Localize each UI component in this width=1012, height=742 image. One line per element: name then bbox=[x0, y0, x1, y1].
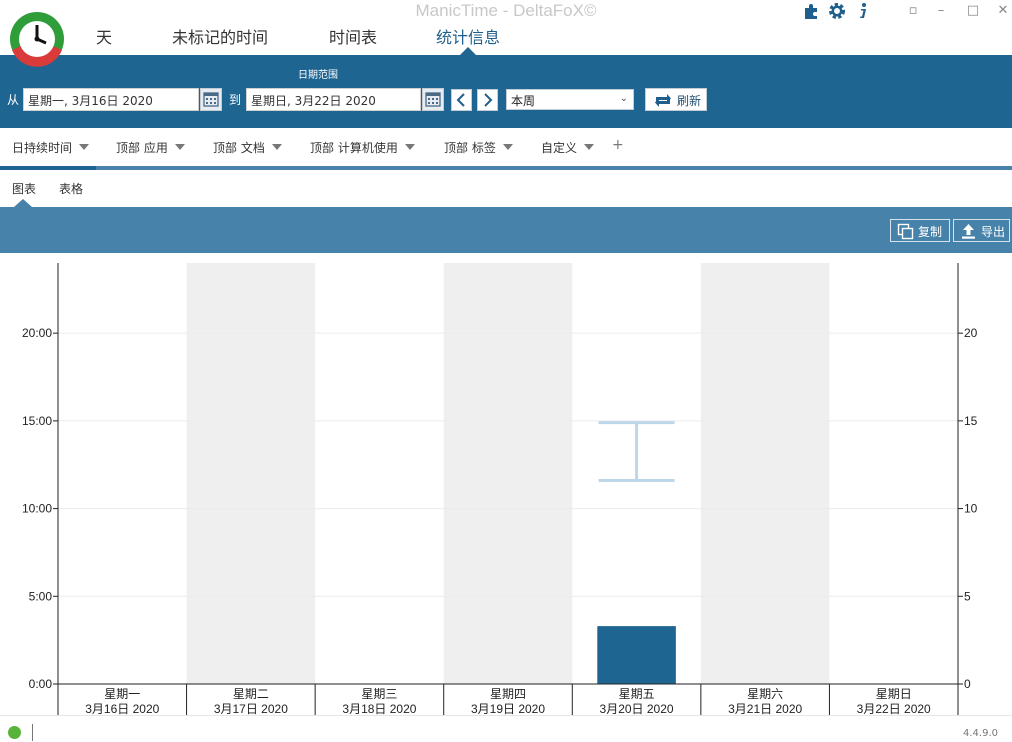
status-bar: 4.4.9.0 bbox=[0, 715, 1012, 742]
daily-duration-chart: 0:00 5:00 10:00 15:00 20:00 0 5 10 15 20 星期一3月16日 … bbox=[22, 263, 978, 715]
to-date-input[interactable]: 星期日, 3月22日 2020 bbox=[246, 88, 421, 111]
day-band bbox=[443, 263, 573, 684]
x-tick-label-date: 3月17日 2020 bbox=[214, 702, 288, 715]
active-view-indicator bbox=[14, 199, 32, 207]
minimize-icon[interactable]: – bbox=[930, 2, 952, 20]
status-separator bbox=[32, 724, 33, 741]
previous-period-button[interactable] bbox=[451, 89, 472, 111]
x-tick-label-day: 星期一 bbox=[104, 687, 140, 701]
y-tick-label-right: 20 bbox=[964, 326, 978, 340]
info-icon[interactable] bbox=[854, 2, 872, 20]
x-tick-label-date: 3月21日 2020 bbox=[728, 702, 802, 715]
stats-tab-top-computer-usage[interactable]: 顶部 计算机使用 bbox=[310, 139, 415, 156]
y-tick-label-left: 20:00 bbox=[22, 326, 52, 340]
refresh-icon bbox=[655, 94, 671, 107]
bar-4 bbox=[597, 626, 676, 684]
dropdown-arrow-icon bbox=[271, 144, 282, 150]
x-tick-label-day: 星期六 bbox=[747, 687, 783, 701]
y-tick-label-right: 15 bbox=[964, 414, 978, 428]
restore-icon[interactable]: ▫ bbox=[902, 2, 924, 20]
copy-button[interactable]: 复制 bbox=[890, 219, 950, 242]
refresh-button-label: 刷新 bbox=[677, 94, 702, 108]
stats-tab-top-documents[interactable]: 顶部 文档 bbox=[213, 139, 282, 156]
date-range-label: 日期范围 bbox=[298, 70, 338, 81]
chevron-down-icon: ⌄ bbox=[619, 93, 628, 104]
close-icon[interactable]: ✕ bbox=[992, 2, 1012, 20]
nav-tab-untagged[interactable]: 未标记的时间 bbox=[172, 24, 268, 48]
statistics-tabs: 日持续时间 顶部 应用 顶部 文档 顶部 计算机使用 顶部 标签 自定义 + bbox=[0, 128, 1012, 166]
chart-toolbar: 复制 导出 bbox=[0, 207, 1012, 253]
y-tick-label-right: 5 bbox=[964, 589, 971, 603]
x-tick-label-day: 星期日 bbox=[876, 687, 912, 701]
dropdown-arrow-icon bbox=[404, 144, 415, 150]
stats-tab-label: 自定义 bbox=[541, 141, 578, 155]
dropdown-arrow-icon bbox=[174, 144, 185, 150]
stats-tab-label: 日持续时间 bbox=[12, 141, 73, 155]
status-indicator-icon bbox=[8, 726, 21, 739]
calendar-icon bbox=[203, 92, 219, 107]
puzzle-icon[interactable] bbox=[803, 2, 821, 20]
app-window: ManicTime - DeltaFoX© 天 未标记的时间 时间表 统计信息 … bbox=[0, 0, 1012, 742]
to-label: 到 bbox=[229, 93, 242, 107]
y-tick-label-left: 10:00 bbox=[22, 502, 52, 516]
day-band bbox=[186, 263, 316, 684]
chevron-right-icon bbox=[484, 93, 493, 107]
stats-tab-label: 顶部 文档 bbox=[213, 141, 265, 155]
x-tick-label-day: 星期三 bbox=[361, 687, 397, 701]
period-select[interactable]: 本周 ⌄ bbox=[506, 89, 634, 110]
x-tick-label-date: 3月16日 2020 bbox=[85, 702, 159, 715]
stats-tab-label: 顶部 应用 bbox=[116, 141, 168, 155]
stats-tab-custom[interactable]: 自定义 bbox=[541, 139, 595, 156]
export-button-label: 导出 bbox=[981, 225, 1006, 239]
view-tab-table[interactable]: 表格 bbox=[59, 180, 83, 197]
x-tick-label-date: 3月22日 2020 bbox=[857, 702, 931, 715]
copy-button-label: 复制 bbox=[918, 225, 943, 239]
y-tick-label-left: 0:00 bbox=[29, 677, 53, 691]
maximize-icon[interactable]: □ bbox=[962, 2, 984, 20]
y-tick-label-right: 10 bbox=[964, 502, 978, 516]
y-tick-label-left: 5:00 bbox=[29, 589, 53, 603]
export-icon bbox=[962, 224, 975, 239]
period-select-value: 本周 bbox=[511, 94, 536, 108]
calendar-icon bbox=[425, 92, 441, 107]
y-tick-label-right: 0 bbox=[964, 677, 971, 691]
dropdown-arrow-icon bbox=[502, 144, 513, 150]
day-band bbox=[700, 263, 830, 684]
y-tick-label-left: 15:00 bbox=[22, 414, 52, 428]
x-tick-label-day: 星期二 bbox=[233, 687, 269, 701]
chevron-left-icon bbox=[456, 93, 465, 107]
refresh-button[interactable]: 刷新 bbox=[645, 88, 707, 111]
stats-tab-label: 顶部 标签 bbox=[444, 141, 496, 155]
next-period-button[interactable] bbox=[477, 89, 498, 111]
x-tick-label-date: 3月19日 2020 bbox=[471, 702, 545, 715]
nav-tab-timeline[interactable]: 时间表 bbox=[329, 24, 377, 48]
view-tabs: 图表 表格 bbox=[0, 170, 1012, 207]
export-button[interactable]: 导出 bbox=[953, 219, 1010, 242]
view-tab-chart[interactable]: 图表 bbox=[12, 180, 36, 197]
x-tick-label-date: 3月20日 2020 bbox=[600, 702, 674, 715]
version-label: 4.4.9.0 bbox=[963, 728, 998, 739]
dropdown-arrow-icon bbox=[79, 144, 90, 150]
manictime-logo-icon bbox=[10, 12, 64, 67]
dropdown-arrow-icon bbox=[584, 144, 595, 150]
from-calendar-button[interactable] bbox=[200, 88, 222, 111]
copy-icon bbox=[897, 223, 914, 240]
stats-tab-top-tags[interactable]: 顶部 标签 bbox=[444, 139, 513, 156]
active-tab-indicator bbox=[460, 47, 476, 55]
nav-tab-day[interactable]: 天 bbox=[96, 24, 112, 48]
date-range-panel: 日期范围 从 星期一, 3月16日 2020 到 星期日, 3月22日 2020 bbox=[0, 55, 1012, 128]
to-calendar-button[interactable] bbox=[422, 88, 444, 111]
gear-icon[interactable] bbox=[828, 2, 846, 20]
stats-tab-label: 顶部 计算机使用 bbox=[310, 141, 398, 155]
x-tick-label-day: 星期四 bbox=[490, 687, 526, 701]
stats-tab-daily-duration[interactable]: 日持续时间 bbox=[12, 139, 90, 156]
x-tick-label-day: 星期五 bbox=[619, 687, 655, 701]
nav-tab-statistics[interactable]: 统计信息 bbox=[436, 24, 500, 48]
stats-tab-top-apps[interactable]: 顶部 应用 bbox=[116, 139, 185, 156]
add-tab-button[interactable]: + bbox=[612, 137, 624, 153]
title-bar: ManicTime - DeltaFoX© 天 未标记的时间 时间表 统计信息 … bbox=[0, 0, 1012, 67]
x-tick-label-date: 3月18日 2020 bbox=[342, 702, 416, 715]
from-label: 从 bbox=[7, 93, 20, 107]
from-date-input[interactable]: 星期一, 3月16日 2020 bbox=[23, 88, 199, 111]
